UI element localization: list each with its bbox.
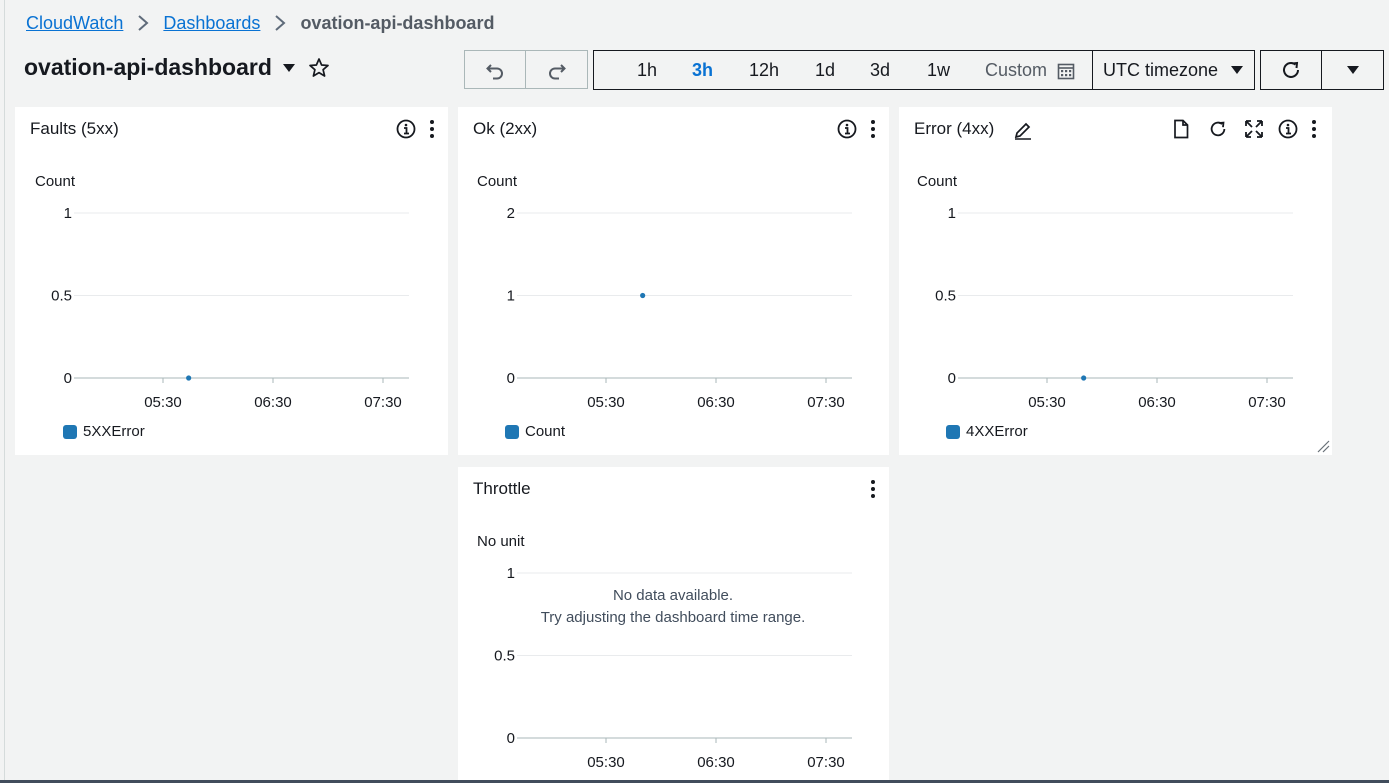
page-title-row: ovation-api-dashboard	[24, 54, 330, 81]
legend-swatch	[63, 424, 77, 439]
data-point	[186, 375, 192, 381]
caret-down-icon	[1230, 65, 1244, 75]
breadcrumb-dashboards-link[interactable]: Dashboards	[163, 13, 260, 34]
x-tick-label: 05:30	[144, 394, 182, 411]
time-range-selector: 1h 3h 12h 1d 3d 1w Custom UTC timezone	[593, 50, 1255, 90]
timezone-label: UTC timezone	[1103, 59, 1219, 80]
y-tick-label: 1	[948, 205, 956, 222]
page-title: ovation-api-dashboard	[24, 54, 272, 80]
y-tick-label: 1	[507, 565, 515, 582]
y-tick-label: 0.5	[935, 288, 956, 305]
custom-range-button[interactable]: Custom	[985, 60, 1075, 81]
widget-error: Error (4xx) Count 0 0.5 1 05:30 06:30 07:30 4…	[899, 107, 1332, 455]
legend-swatch	[505, 424, 519, 439]
y-tick-label: 1	[507, 288, 515, 305]
data-point	[1081, 375, 1087, 381]
caret-down-icon	[1346, 65, 1360, 75]
y-tick-label: 0	[64, 370, 72, 387]
x-tick-label: 06:30	[697, 754, 735, 771]
widget-ok: Ok (2xx) Count 0 1 2 05:30 06:30 07:30 Count	[458, 107, 889, 455]
caret-down-icon[interactable]	[282, 63, 296, 73]
legend-item[interactable]: 5XXError	[63, 423, 145, 440]
no-data-line: No data available.	[612, 587, 734, 604]
y-tick-label: 0	[948, 370, 956, 387]
refresh-button[interactable]	[1260, 50, 1322, 90]
no-data-message: No data available. Try adjusting the das…	[463, 585, 883, 629]
x-tick-label: 06:30	[254, 394, 292, 411]
breadcrumb-cloudwatch-link[interactable]: CloudWatch	[26, 13, 123, 34]
faults-chart: 0 0.5 1 05:30 06:30 07:30	[51, 205, 409, 411]
range-option-1h[interactable]: 1h	[637, 60, 657, 81]
error-chart: 0 0.5 1 05:30 06:30 07:30	[935, 205, 1293, 411]
chevron-right-icon	[274, 14, 286, 32]
y-tick-label: 0.5	[51, 288, 72, 305]
y-tick-label: 0	[507, 730, 515, 747]
refresh-icon	[1280, 59, 1302, 81]
no-data-hint: Try adjusting the dashboard time range.	[540, 609, 806, 626]
x-tick-label: 05:30	[587, 754, 625, 771]
legend-label: 4XXError	[966, 423, 1028, 440]
y-tick-label: 0	[507, 370, 515, 387]
legend-item[interactable]: Count	[505, 423, 565, 440]
x-tick-label: 05:30	[587, 394, 625, 411]
page-left-border	[4, 0, 5, 783]
x-tick-label: 05:30	[1028, 394, 1066, 411]
redo-icon	[547, 60, 567, 80]
range-option-12h[interactable]: 12h	[749, 60, 779, 81]
x-tick-label: 07:30	[364, 394, 402, 411]
range-option-3h[interactable]: 3h	[692, 60, 713, 81]
range-option-3d[interactable]: 3d	[870, 60, 890, 81]
chevron-right-icon	[137, 14, 149, 32]
widget-faults: Faults (5xx) Count 0 0.5 1 05:30 06:30 07:30 …	[15, 107, 448, 455]
legend-swatch	[946, 424, 960, 439]
redo-button[interactable]	[526, 50, 588, 89]
x-tick-label: 07:30	[1248, 394, 1286, 411]
y-tick-label: 1	[64, 205, 72, 222]
data-point	[640, 292, 646, 299]
undo-button[interactable]	[464, 50, 526, 89]
range-option-1w[interactable]: 1w	[927, 60, 950, 81]
legend-label: Count	[525, 423, 566, 440]
legend-label: 5XXError	[83, 423, 145, 440]
breadcrumb: CloudWatch Dashboards ovation-api-dashbo…	[26, 12, 494, 34]
x-tick-label: 07:30	[807, 754, 845, 771]
breadcrumb-current: ovation-api-dashboard	[300, 12, 495, 33]
ok-chart: 0 1 2 05:30 06:30 07:30	[507, 205, 852, 411]
custom-range-label: Custom	[985, 60, 1048, 80]
calendar-icon	[1057, 62, 1075, 80]
star-icon[interactable]	[308, 57, 330, 79]
x-tick-label: 06:30	[1138, 394, 1176, 411]
legend-item[interactable]: 4XXError	[946, 423, 1028, 440]
refresh-options-dropdown[interactable]	[1322, 50, 1384, 90]
timezone-dropdown[interactable]: UTC timezone	[1092, 50, 1255, 90]
undo-icon	[485, 60, 505, 80]
widget-throttle: Throttle No unit 0 0.5 1 05:30 06:30 07:30 No…	[458, 467, 889, 780]
y-tick-label: 0.5	[494, 648, 515, 665]
resize-handle-icon[interactable]	[1316, 439, 1330, 453]
range-option-1d[interactable]: 1d	[815, 60, 835, 81]
x-tick-label: 07:30	[807, 394, 845, 411]
x-tick-label: 06:30	[697, 394, 735, 411]
y-tick-label: 2	[507, 205, 515, 222]
